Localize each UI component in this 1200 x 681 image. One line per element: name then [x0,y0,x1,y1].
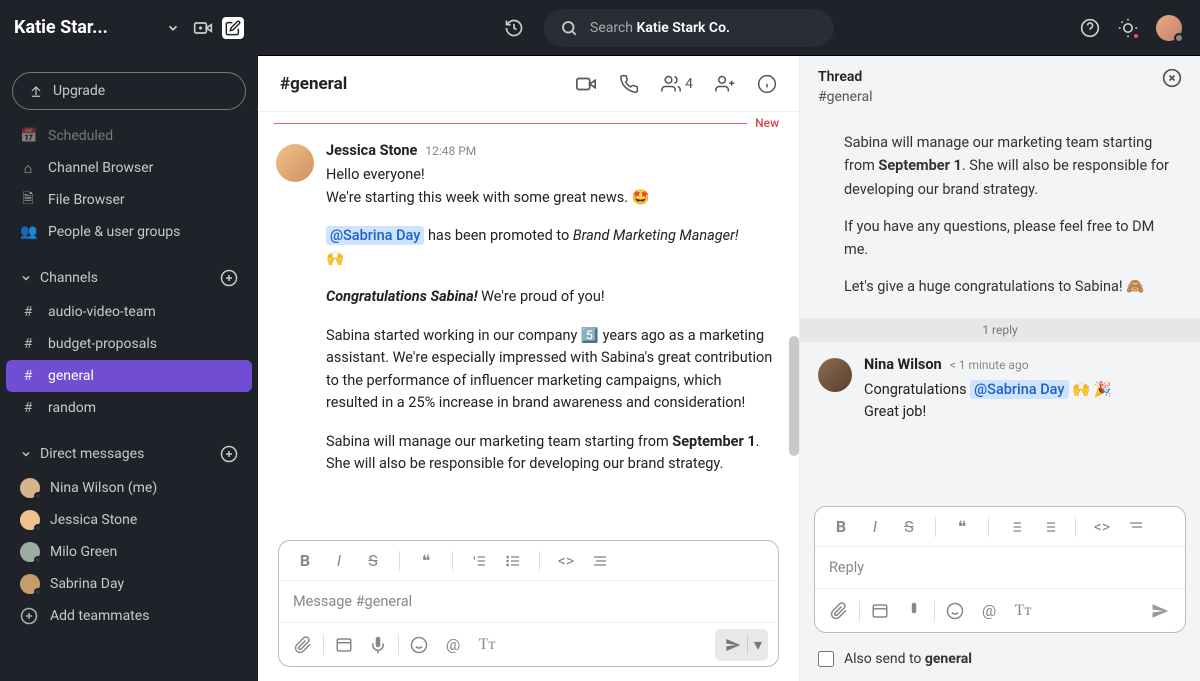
quote-button[interactable]: ❝ [948,513,976,541]
avatar[interactable] [276,144,314,182]
mention[interactable]: @Sabrina Day [970,380,1068,399]
mic-icon[interactable] [364,631,392,659]
nav-scheduled[interactable]: 📅Scheduled [0,120,258,152]
send-button[interactable] [1141,595,1175,627]
nav-people[interactable]: 👥People & user groups [0,216,258,248]
dm-item[interactable]: Sabrina Day [0,568,258,600]
channel-item[interactable]: #random [0,392,258,424]
channel-title[interactable]: #general [280,74,347,94]
strike-button[interactable]: S [895,513,923,541]
slash-icon[interactable] [866,597,894,625]
scrollbar[interactable] [789,336,799,456]
format-icon[interactable]: Tт [473,631,501,659]
new-messages-divider: New [274,116,779,130]
chevron-down-icon [20,448,32,460]
notification-badge [1132,32,1140,40]
add-dm-button[interactable] [220,445,238,463]
ul-button[interactable] [1035,513,1063,541]
dm-section[interactable]: Direct messages [0,436,258,472]
thread-composer: B I S ❝ <> Reply @ Tт [814,506,1186,633]
replies-separator: 1 reply [800,318,1200,342]
message-time: 12:48 PM [425,142,476,161]
mention[interactable]: @Sabrina Day [326,226,424,245]
reply-input[interactable]: Reply [815,547,1185,588]
mic-icon[interactable] [900,597,928,625]
thread-parent-message: Sabina will manage our marketing team st… [818,115,1182,310]
phone-call-icon[interactable] [619,74,639,94]
avatar[interactable] [818,358,852,392]
nav-channel-browser[interactable]: ⌂Channel Browser [0,152,258,184]
thread-title: Thread#general [818,68,873,107]
notifications-icon[interactable] [1118,18,1138,38]
close-thread-button[interactable] [1162,68,1182,88]
mention-icon[interactable]: @ [975,597,1003,625]
search-input[interactable]: Search Katie Stark Co. [544,9,834,47]
video-plus-icon[interactable] [192,17,214,39]
video-call-icon[interactable] [575,73,597,95]
bold-button[interactable]: B [827,513,855,541]
message-composer: B I S ❝ <> Message #general @ [278,540,779,667]
ol-button[interactable] [1001,513,1029,541]
dm-item[interactable]: Nina Wilson (me) [0,472,258,504]
message: Jessica Stone 12:48 PM Hello everyone! W… [276,140,775,476]
nav-file-browser[interactable]: 🗎File Browser [0,184,258,216]
search-icon [560,19,578,37]
channel-item-active[interactable]: #general [6,360,252,392]
help-icon[interactable] [1080,18,1100,38]
chevron-down-icon [20,272,32,284]
thread-reply: Nina Wilson< 1 minute ago Congratulation… [818,354,1182,423]
dm-item[interactable]: Jessica Stone [0,504,258,536]
code-button[interactable]: <> [1088,513,1116,541]
upload-icon [29,84,43,98]
channel-item[interactable]: #budget-proposals [0,328,258,360]
send-button[interactable]: ▾ [715,629,768,661]
channels-section[interactable]: Channels [0,260,258,296]
code-button[interactable]: <> [552,547,580,575]
emoji-icon[interactable] [405,631,433,659]
members-count[interactable]: 4 [661,74,693,94]
also-send-checkbox[interactable]: Also send to general [800,643,1200,681]
dm-item[interactable]: Milo Green [0,536,258,568]
attach-icon[interactable] [825,597,853,625]
quote-button[interactable]: ❝ [412,547,440,575]
compose-icon[interactable] [222,17,244,39]
ol-button[interactable] [465,547,493,575]
add-member-icon[interactable] [715,74,735,94]
add-channel-button[interactable] [220,269,238,287]
emoji-icon[interactable] [941,597,969,625]
mention-icon[interactable]: @ [439,631,467,659]
chevron-down-icon[interactable] [162,17,184,39]
codeblock-button[interactable] [586,547,614,575]
codeblock-button[interactable] [1122,513,1150,541]
strike-button[interactable]: S [359,547,387,575]
slash-icon[interactable] [330,631,358,659]
message-author[interactable]: Jessica Stone [326,140,417,162]
user-avatar[interactable] [1156,15,1182,41]
upgrade-button[interactable]: Upgrade [12,72,246,110]
add-teammates[interactable]: Add teammates [0,600,258,632]
italic-button[interactable]: I [325,547,353,575]
history-icon[interactable] [504,18,524,38]
attach-icon[interactable] [289,631,317,659]
bold-button[interactable]: B [291,547,319,575]
format-icon[interactable]: Tт [1009,597,1037,625]
italic-button[interactable]: I [861,513,889,541]
info-icon[interactable] [757,74,777,94]
ul-button[interactable] [499,547,527,575]
composer-input[interactable]: Message #general [279,581,778,622]
workspace-name[interactable]: Katie Star... [14,17,154,38]
channel-item[interactable]: #audio-video-team [0,296,258,328]
